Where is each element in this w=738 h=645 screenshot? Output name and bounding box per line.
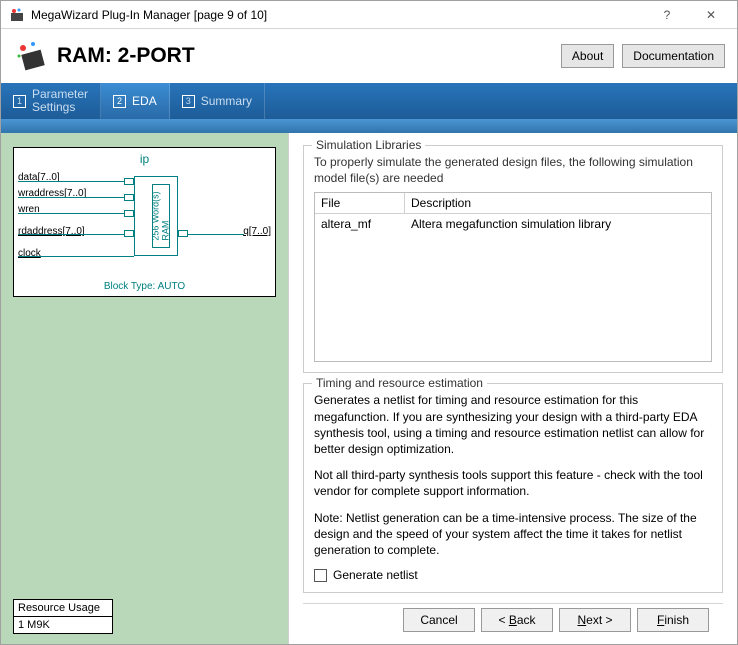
simulation-table: File Description altera_mf Altera megafu…: [314, 192, 712, 362]
header: RAM: 2-PORT About Documentation: [1, 29, 737, 83]
block-diagram: ip data[7..0] wraddress[7..0] wren rdadd…: [13, 147, 276, 297]
documentation-button[interactable]: Documentation: [622, 44, 725, 68]
preview-panel: ip data[7..0] wraddress[7..0] wren rdadd…: [1, 133, 289, 644]
tab-parameter-settings[interactable]: 1 Parameter Settings: [1, 83, 101, 119]
help-button[interactable]: ?: [645, 1, 689, 29]
wizard-footer: Cancel < Back Next > Finish: [303, 603, 723, 636]
settings-panel: Simulation Libraries To properly simulat…: [289, 133, 737, 644]
titlebar: MegaWizard Plug-In Manager [page 9 of 10…: [1, 1, 737, 29]
port-rdaddress: rdaddress[7..0]: [18, 226, 85, 237]
finish-button[interactable]: Finish: [637, 608, 709, 632]
cancel-button[interactable]: Cancel: [403, 608, 475, 632]
generate-netlist-checkbox[interactable]: Generate netlist: [314, 568, 712, 582]
port-q: q[7..0]: [243, 226, 271, 237]
page-title: RAM: 2-PORT: [57, 44, 553, 68]
port-clock: clock: [18, 248, 41, 259]
about-button[interactable]: About: [561, 44, 614, 68]
back-button[interactable]: < Back: [481, 608, 553, 632]
resource-usage: Resource Usage 1 M9K: [13, 599, 113, 634]
tab-bar: 1 Parameter Settings 2 EDA 3 Summary: [1, 83, 737, 119]
close-button[interactable]: ✕: [689, 1, 733, 29]
next-button[interactable]: Next >: [559, 608, 631, 632]
tab-summary[interactable]: 3 Summary: [170, 83, 265, 119]
main-content: ip data[7..0] wraddress[7..0] wren rdadd…: [1, 133, 737, 644]
table-row: altera_mf Altera megafunction simulation…: [315, 214, 711, 234]
window-title: MegaWizard Plug-In Manager [page 9 of 10…: [31, 8, 645, 22]
app-icon: [9, 7, 25, 23]
simulation-libraries-group: Simulation Libraries To properly simulat…: [303, 145, 723, 373]
table-header: File Description: [315, 193, 711, 214]
tab-eda[interactable]: 2 EDA: [101, 83, 170, 119]
timing-estimation-group: Timing and resource estimation Generates…: [303, 383, 723, 593]
tab-subbar: [1, 119, 737, 133]
wizard-logo-icon: [13, 38, 49, 74]
checkbox-box-icon: [314, 569, 327, 582]
